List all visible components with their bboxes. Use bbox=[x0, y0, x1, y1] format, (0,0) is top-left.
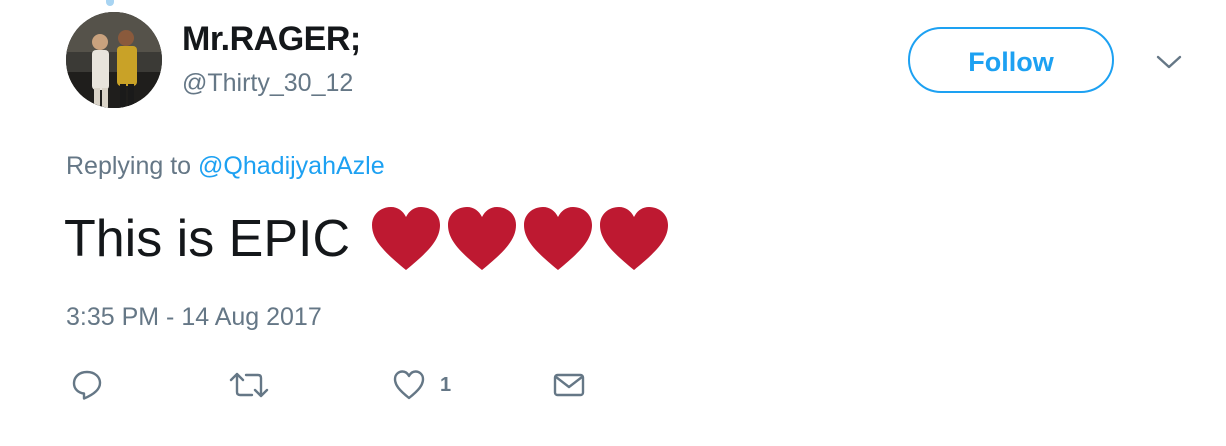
decorative-dot bbox=[106, 0, 114, 6]
tweet-timestamp[interactable]: 3:35 PM - 14 Aug 2017 bbox=[66, 303, 322, 332]
reply-icon bbox=[72, 370, 102, 400]
tweet-text: This is EPIC bbox=[64, 210, 351, 268]
like-button[interactable]: 1 bbox=[392, 368, 451, 402]
envelope-icon bbox=[553, 373, 585, 397]
like-count: 1 bbox=[440, 373, 452, 396]
heart-emojis bbox=[370, 206, 670, 272]
retweet-icon bbox=[229, 372, 269, 398]
reply-mention-link[interactable]: @QhadijyahAzle bbox=[198, 152, 385, 180]
reply-button[interactable] bbox=[70, 368, 104, 402]
red-heart-icon bbox=[372, 207, 441, 270]
replying-prefix: Replying to bbox=[66, 152, 192, 180]
tweet-body: This is EPIC bbox=[64, 206, 670, 272]
replying-to: Replying to @QhadijyahAzle bbox=[66, 152, 385, 181]
heart-outline-icon bbox=[393, 370, 425, 400]
follow-button[interactable]: Follow bbox=[908, 27, 1114, 93]
chevron-down-icon[interactable] bbox=[1155, 52, 1183, 72]
display-name[interactable]: Mr.RAGER; bbox=[182, 20, 361, 59]
red-heart-icon bbox=[600, 207, 669, 270]
retweet-button[interactable] bbox=[228, 368, 270, 402]
direct-message-button[interactable] bbox=[552, 368, 586, 402]
red-heart-icon bbox=[524, 207, 593, 270]
user-handle[interactable]: @Thirty_30_12 bbox=[182, 69, 353, 98]
red-heart-icon bbox=[448, 207, 517, 270]
avatar[interactable] bbox=[66, 12, 162, 108]
